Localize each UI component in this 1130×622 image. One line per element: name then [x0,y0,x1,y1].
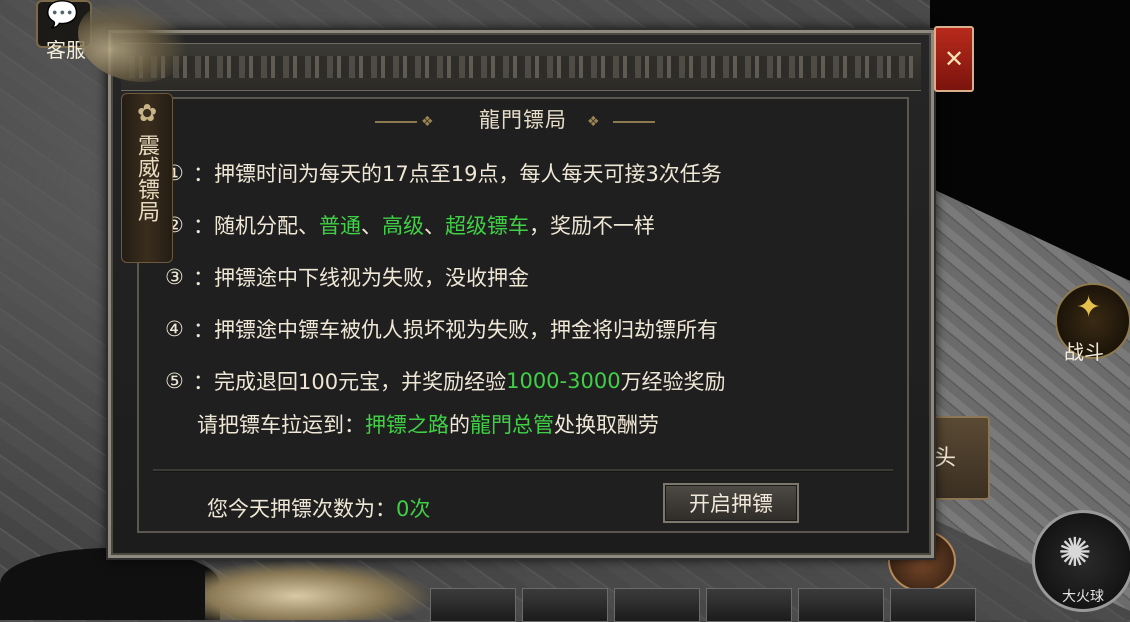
title-divider-left [375,121,417,123]
rule-number: ⑤ [165,369,184,393]
rule-text: ，奖励不一样 [529,214,655,238]
deliver-npc-link[interactable]: 龍門总管 [470,413,554,437]
dragon-corner-ornament [78,0,188,82]
rule-item: ⑤ ：完成退回100元宝，并奖励经验 1000-3000 万经验奖励 [165,355,885,407]
rule-item: ③ ：押镖途中下线视为失败，没收押金 [165,251,885,303]
hotbar-slot[interactable] [430,588,516,622]
rule-item: ② ：随机分配、 普通、高级、超级镖车 ，奖励不一样 [165,199,885,251]
rule-number: ③ [165,265,184,289]
title-ornament-left-icon: ❖ [421,114,434,130]
escort-dialog: ❖ 龍門镖局 ❖ ① ：押镖时间为每天的17点至19点，每人每天可接3次任务 ② ：随… [108,30,934,558]
rule-text: ：押镖途中下线视为失败，没收押金 [193,266,529,290]
rule-text: 、 [361,214,382,238]
dragon-ornament [205,560,435,620]
rule-number: ④ [165,317,184,341]
rule-item: ④ ：押镖途中镖车被仇人损坏视为失败，押金将归劫镖所有 [165,303,885,355]
rule-text: 、 [424,214,445,238]
deliver-instruction: 请把镖车拉运到：押镖之路的龍門总管处换取酬劳 [197,409,659,439]
rule-text: ：随机分配、 [193,214,319,238]
dialog-header-band [121,43,921,91]
wings-icon: ✦ [1076,290,1102,325]
header-pattern [129,56,913,78]
deliver-suffix: 处换取酬劳 [554,413,659,437]
hotbar-slot[interactable] [614,588,700,622]
rule-text: ：押镖时间为每天的17点至19点，每人每天可接3次任务 [193,162,722,186]
rule-highlight: 1000-3000 [506,369,621,393]
deliver-prefix: 请把镖车拉运到： [197,413,365,437]
swirl-icon: ✺ [1058,530,1092,576]
hotbar-slot[interactable] [798,588,884,622]
title-bar: ❖ 龍門镖局 ❖ [139,105,907,135]
hotbar-slot[interactable] [522,588,608,622]
title-ornament-right-icon: ❖ [587,114,600,130]
emblem-icon: ✿ [136,99,158,127]
hotbar-slot[interactable] [706,588,792,622]
rule-highlight: 普通 [319,214,361,238]
side-function-label: 头 [934,446,957,471]
item-hotbar [430,588,976,622]
fight-label: 战斗 [1064,340,1104,364]
rule-highlight: 超级镖车 [445,214,529,238]
start-escort-button[interactable]: 开启押镖 [663,483,799,523]
title-divider-right [613,121,655,123]
close-icon: ✕ [943,45,965,73]
escort-count: 您今天押镖次数为：0次 [207,493,430,523]
escort-count-label: 您今天押镖次数为： [207,497,396,521]
dialog-content: ❖ 龍門镖局 ❖ ① ：押镖时间为每天的17点至19点，每人每天可接3次任务 ② ：随… [137,97,909,533]
background-shadow [0,548,220,620]
rule-text: ：押镖途中镖车被仇人损坏视为失败，押金将归劫镖所有 [193,318,718,342]
deliver-connector: 的 [449,413,470,437]
rule-item: ① ：押镖时间为每天的17点至19点，每人每天可接3次任务 [165,147,885,199]
close-button[interactable]: ✕ [934,26,974,92]
dialog-title: 龍門镖局 [479,108,567,132]
rule-highlight: 高级 [382,214,424,238]
escort-count-value: 0次 [396,497,431,521]
rule-text: ：完成退回100元宝，并奖励经验 [193,370,507,394]
content-divider [153,469,893,472]
hotbar-slot[interactable] [890,588,976,622]
side-tab-text: 震威镖局 [134,134,159,222]
chat-bubble-icon: 💬 [46,0,79,30]
rules-list: ① ：押镖时间为每天的17点至19点，每人每天可接3次任务 ② ：随机分配、 普通、高级… [165,147,885,407]
skill-label: 大火球 [1062,589,1104,605]
rule-text: 万经验奖励 [620,370,726,394]
deliver-location-link[interactable]: 押镖之路 [365,413,449,437]
side-tab: ✿ 震威镖局 [121,93,173,263]
